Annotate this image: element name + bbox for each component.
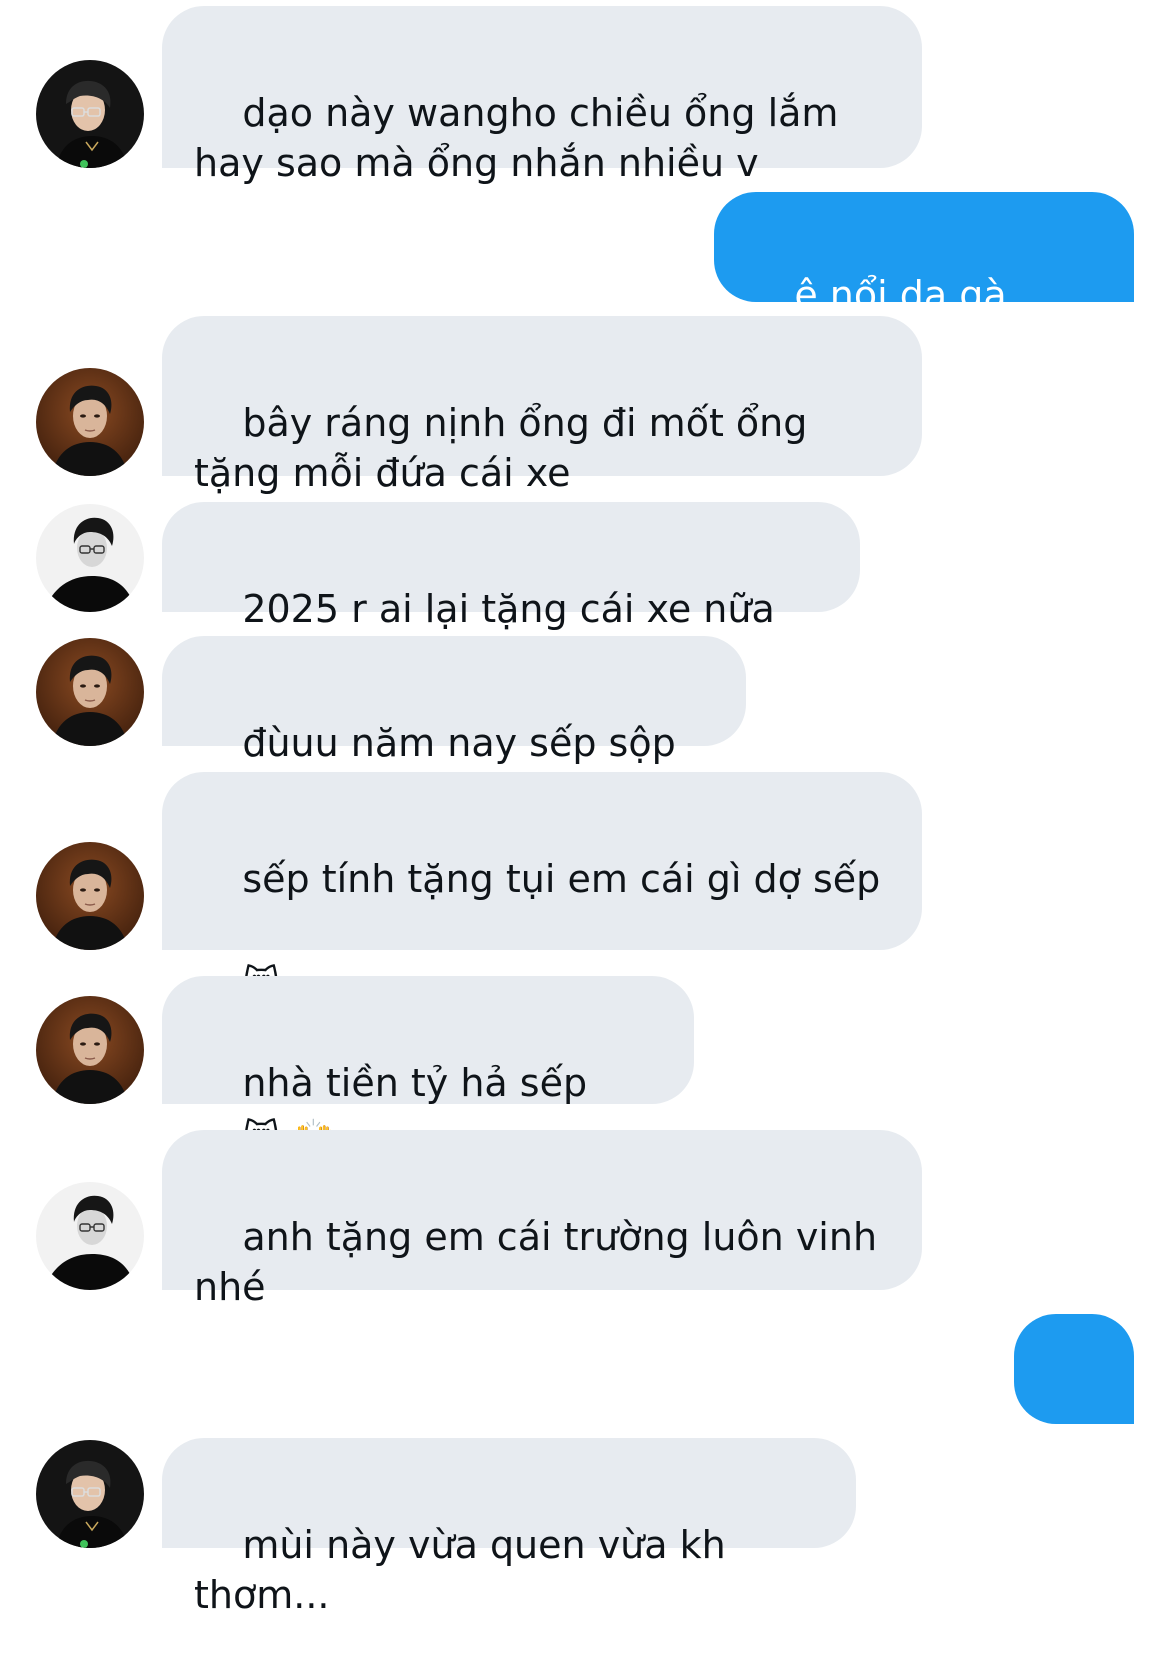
avatar[interactable] [36,1182,144,1290]
message-bubble[interactable]: anh tặng em cái trường luôn vinh nhé [162,1130,922,1309]
avatar-portrait-brown-icon [36,996,144,1104]
avatar[interactable] [36,60,144,168]
message-text: ê... [1046,1445,1106,1489]
avatar-portrait-white-icon [36,1182,144,1290]
message-bubble[interactable]: 2025 r ai lại tặng cái xe nữa vinh [162,502,860,681]
avatar[interactable] [36,842,144,950]
avatar-portrait-brown-icon [36,638,144,746]
avatar[interactable] [36,1440,144,1548]
avatar-portrait-brown-icon [36,368,144,476]
message-bubble[interactable]: bây ráng nịnh ổng đi mốt ổng tặng mỗi đứ… [162,316,922,495]
avatar[interactable] [36,368,144,476]
message-bubble[interactable]: sếp tính tặng tụi em cái gì dợ sếp 😻 [162,772,922,1005]
avatar-glasses-black-shirt-icon [36,60,144,168]
message-text: sếp tính tặng tụi em cái gì dợ sếp [242,857,881,901]
message-bubble-outgoing[interactable]: ê nổi da gà luôn á [714,192,1134,367]
message-bubble[interactable]: dạo này wangho chiều ổng lắm hay sao mà … [162,6,922,185]
message-text: anh tặng em cái trường luôn vinh nhé [194,1215,890,1309]
message-text: mùi này vừa quen vừa kh thơm... [194,1523,738,1617]
message-bubble[interactable]: mùi này vừa quen vừa kh thơm... [162,1438,856,1617]
avatar-portrait-white-icon [36,504,144,612]
avatar[interactable] [36,638,144,746]
message-bubble[interactable]: nhà tiền tỷ hả sếp 😻 🙌 [162,976,694,1159]
message-text: nhà tiền tỷ hả sếp [242,1061,588,1105]
avatar[interactable] [36,504,144,612]
message-bubble[interactable]: đùuu năm nay sếp sộp vậy [162,636,746,815]
message-text: dạo này wangho chiều ổng lắm hay sao mà … [194,91,851,185]
message-text: bây ráng nịnh ổng đi mốt ổng tặng mỗi đứ… [194,401,820,495]
avatar-glasses-black-shirt-icon [36,1440,144,1548]
avatar[interactable] [36,996,144,1104]
avatar-portrait-brown-icon [36,842,144,950]
message-bubble-outgoing[interactable]: ê... [1014,1314,1134,1489]
